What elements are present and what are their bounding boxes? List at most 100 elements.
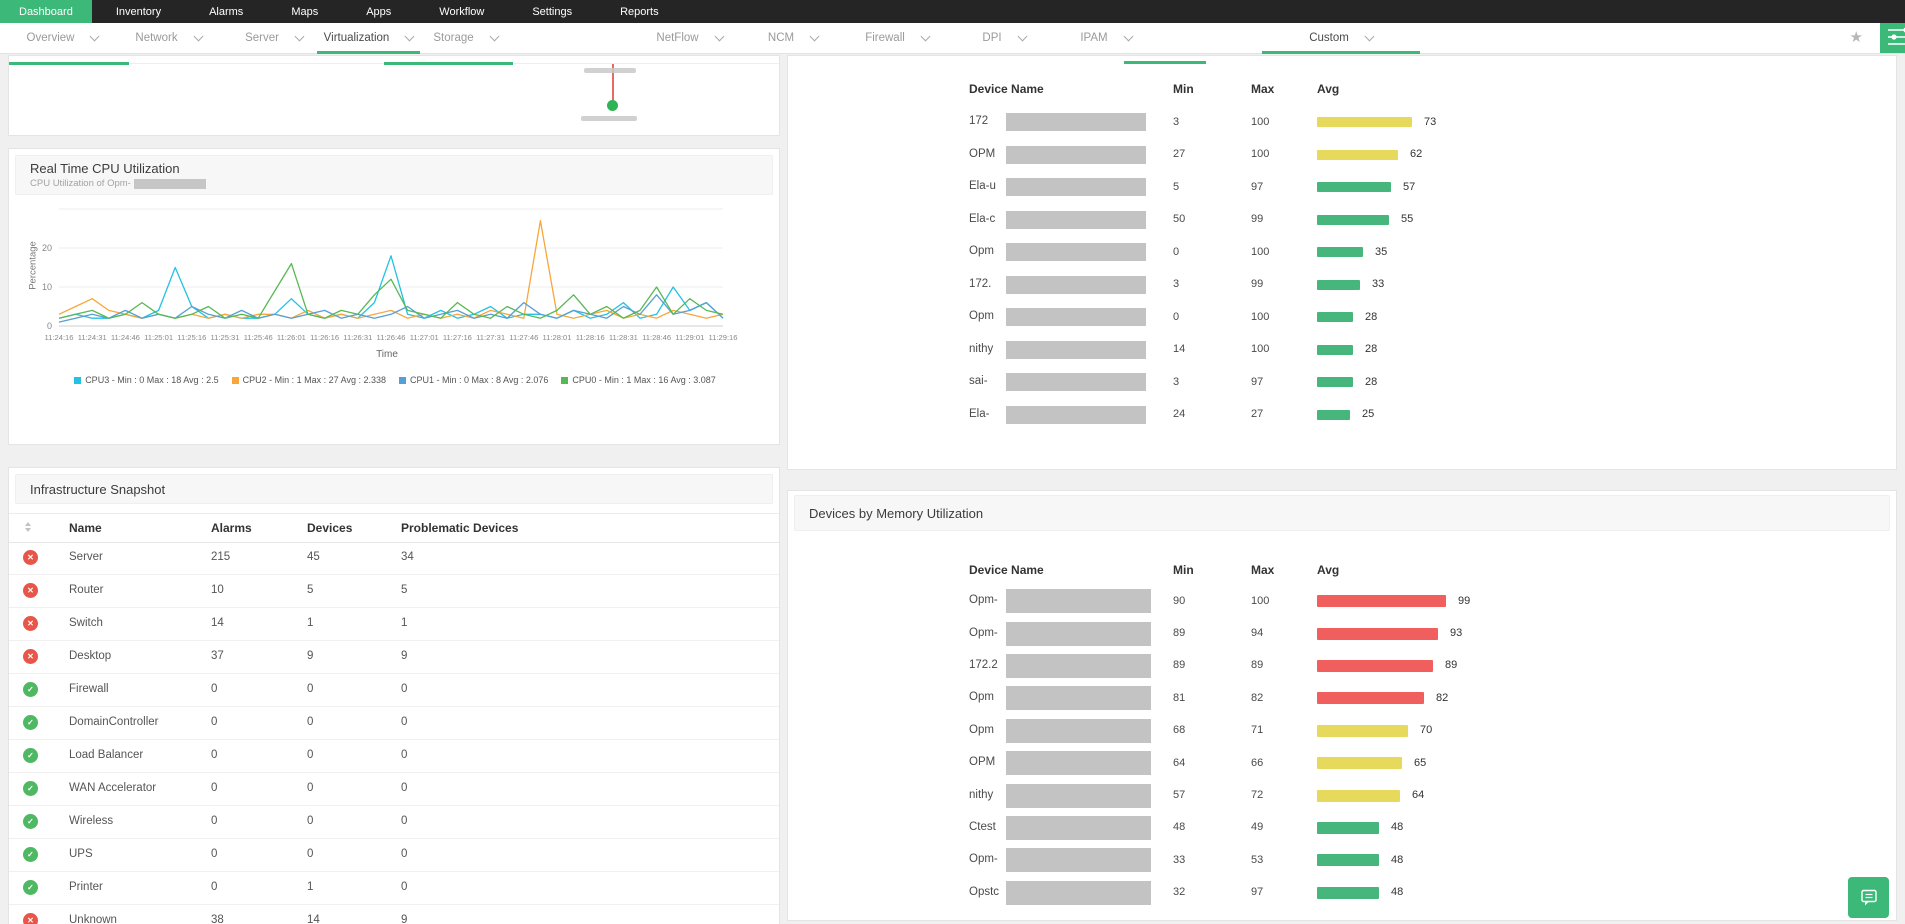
- device-name-prefix: Ctest: [969, 820, 996, 833]
- column-header-max[interactable]: Max: [1251, 563, 1274, 577]
- status-ok-icon: ✓: [23, 880, 38, 895]
- device-row[interactable]: Opm- 90 100 99: [788, 585, 1896, 617]
- device-row[interactable]: OPM 64 66 65: [788, 747, 1896, 779]
- subnav-tab-storage[interactable]: Storage: [413, 23, 518, 53]
- device-row[interactable]: 172.2 89 89 89: [788, 650, 1896, 682]
- device-row[interactable]: Opm- 33 53 48: [788, 844, 1896, 876]
- column-header-devices[interactable]: Devices: [307, 521, 352, 535]
- device-row[interactable]: OPM 27 100 62: [788, 139, 1896, 172]
- topnav-item-settings[interactable]: Settings: [508, 0, 596, 23]
- x-tick-label: 11:25:46: [244, 333, 273, 342]
- table-row-ups[interactable]: ✓ UPS 0 0 0: [9, 838, 779, 872]
- chevron-down-icon[interactable]: [1123, 31, 1134, 41]
- chevron-down-icon[interactable]: [90, 31, 100, 41]
- device-row[interactable]: Ctest 48 49 48: [788, 812, 1896, 844]
- device-row[interactable]: nithy 14 100 28: [788, 334, 1896, 367]
- subnav-tab-overview[interactable]: Overview: [11, 23, 114, 53]
- chevron-down-icon[interactable]: [193, 31, 204, 41]
- status-ok-icon: ✓: [23, 847, 38, 862]
- status-error-icon: ✕: [23, 616, 38, 631]
- subnav-tab-ncm[interactable]: NCM: [741, 23, 845, 53]
- table-row-wan-accelerator[interactable]: ✓ WAN Accelerator 0 0 0: [9, 772, 779, 806]
- device-category-name: DomainController: [69, 716, 159, 728]
- device-row[interactable]: Opm- 89 94 93: [788, 617, 1896, 649]
- column-header-max[interactable]: Max: [1251, 82, 1274, 96]
- legend-item-cpu3: CPU3 - Min : 0 Max : 18 Avg : 2.5: [74, 375, 219, 385]
- redacted-device-name: [133, 178, 206, 189]
- column-header-min[interactable]: Min: [1173, 82, 1194, 96]
- max-value: 100: [1251, 310, 1270, 323]
- device-row[interactable]: Ela-c 50 99 55: [788, 204, 1896, 237]
- device-row[interactable]: 172. 3 99 33: [788, 269, 1896, 302]
- table-row-firewall[interactable]: ✓ Firewall 0 0 0: [9, 673, 779, 707]
- topnav-item-dashboard[interactable]: Dashboard: [0, 0, 92, 23]
- table-row-load-balancer[interactable]: ✓ Load Balancer 0 0 0: [9, 739, 779, 773]
- table-row-domaincontroller[interactable]: ✓ DomainController 0 0 0: [9, 706, 779, 740]
- device-row[interactable]: nithy 57 72 64: [788, 779, 1896, 811]
- dashboard-actions-button[interactable]: [1880, 23, 1905, 53]
- top-navbar: Dashboard Inventory Alarms Maps Apps Workflow…: [0, 0, 1905, 23]
- chevron-down-icon[interactable]: [1017, 31, 1028, 41]
- device-row[interactable]: Ela- 24 27 25: [788, 399, 1896, 432]
- min-value: 57: [1173, 789, 1186, 802]
- redacted-device-name: [1006, 275, 1146, 294]
- subnav-tab-ipam[interactable]: IPAM: [1055, 23, 1157, 53]
- chart-marker-dot[interactable]: [607, 100, 618, 111]
- column-header-avg[interactable]: Avg: [1317, 82, 1339, 96]
- topnav-item-alarms[interactable]: Alarms: [185, 0, 267, 23]
- column-header-alarms[interactable]: Alarms: [211, 521, 252, 535]
- subnav-tab-custom[interactable]: Custom: [1262, 23, 1420, 54]
- subnav-tab-virtualization[interactable]: Virtualization: [317, 23, 420, 54]
- chat-fab-button[interactable]: [1848, 877, 1889, 918]
- topnav-item-maps[interactable]: Maps: [267, 0, 342, 23]
- device-row[interactable]: Ela-u 5 97 57: [788, 171, 1896, 204]
- device-row[interactable]: Opm 0 100 28: [788, 301, 1896, 334]
- table-row-wireless[interactable]: ✓ Wireless 0 0 0: [9, 805, 779, 839]
- device-row[interactable]: Opstc 32 97 48: [788, 877, 1896, 909]
- devices-by-cpu-widget: Device Name Min Max Avg 172 3 100 73 OPM 27 100 62 E…: [787, 55, 1897, 470]
- subnav-tab-network[interactable]: Network: [117, 23, 220, 53]
- table-row-unknown[interactable]: ✕ Unknown 38 14 9: [9, 904, 779, 924]
- topnav-item-apps[interactable]: Apps: [342, 0, 415, 23]
- x-tick-label: 11:26:31: [343, 333, 372, 342]
- column-header-avg[interactable]: Avg: [1317, 563, 1339, 577]
- avg-bar: [1317, 627, 1438, 640]
- device-row[interactable]: Opm 0 100 35: [788, 236, 1896, 269]
- avg-bar: [1317, 692, 1424, 705]
- chevron-down-icon[interactable]: [809, 31, 820, 41]
- column-header-min[interactable]: Min: [1173, 563, 1194, 577]
- table-row-router[interactable]: ✕ Router 10 5 5: [9, 574, 779, 608]
- min-value: 0: [1173, 310, 1180, 323]
- table-row-desktop[interactable]: ✕ Desktop 37 9 9: [9, 640, 779, 674]
- column-header-problematic-devices[interactable]: Problematic Devices: [401, 521, 518, 535]
- column-header-device-name[interactable]: Device Name: [969, 82, 1044, 96]
- favorite-star-icon[interactable]: ★: [1850, 28, 1863, 46]
- subnav-tab-server[interactable]: Server: [224, 23, 324, 53]
- device-row[interactable]: Opm 81 82 82: [788, 682, 1896, 714]
- subnav-tab-netflow[interactable]: NetFlow: [638, 23, 741, 53]
- chevron-down-icon[interactable]: [294, 31, 305, 41]
- device-row[interactable]: sai- 3 97 28: [788, 366, 1896, 399]
- topnav-item-workflow[interactable]: Workflow: [415, 0, 508, 23]
- subnav-tab-firewall[interactable]: Firewall: [845, 23, 949, 53]
- sort-icon[interactable]: [25, 522, 31, 532]
- chevron-down-icon[interactable]: [920, 31, 931, 41]
- device-row[interactable]: 172 3 100 73: [788, 106, 1896, 139]
- table-row-printer[interactable]: ✓ Printer 0 1 0: [9, 871, 779, 905]
- device-row[interactable]: Opm 68 71 70: [788, 715, 1896, 747]
- chevron-down-icon[interactable]: [714, 31, 725, 41]
- table-row-server[interactable]: ✕ Server 215 45 34: [9, 541, 779, 575]
- column-header-name[interactable]: Name: [69, 521, 102, 535]
- table-row-switch[interactable]: ✕ Switch 14 1 1: [9, 607, 779, 641]
- chevron-down-icon[interactable]: [1364, 31, 1375, 41]
- x-tick-label: 11:27:46: [509, 333, 538, 342]
- subnav-tab-dpi[interactable]: DPI: [954, 23, 1054, 53]
- device-name-prefix: Opm: [969, 245, 994, 258]
- decorative-green-segment: [1124, 61, 1206, 64]
- column-header-device-name[interactable]: Device Name: [969, 563, 1044, 577]
- chevron-down-icon[interactable]: [489, 31, 500, 41]
- topnav-item-inventory[interactable]: Inventory: [92, 0, 185, 23]
- status-error-icon: ✕: [23, 913, 38, 924]
- topnav-item-reports[interactable]: Reports: [596, 0, 683, 23]
- redacted-device-name: [1006, 405, 1146, 424]
